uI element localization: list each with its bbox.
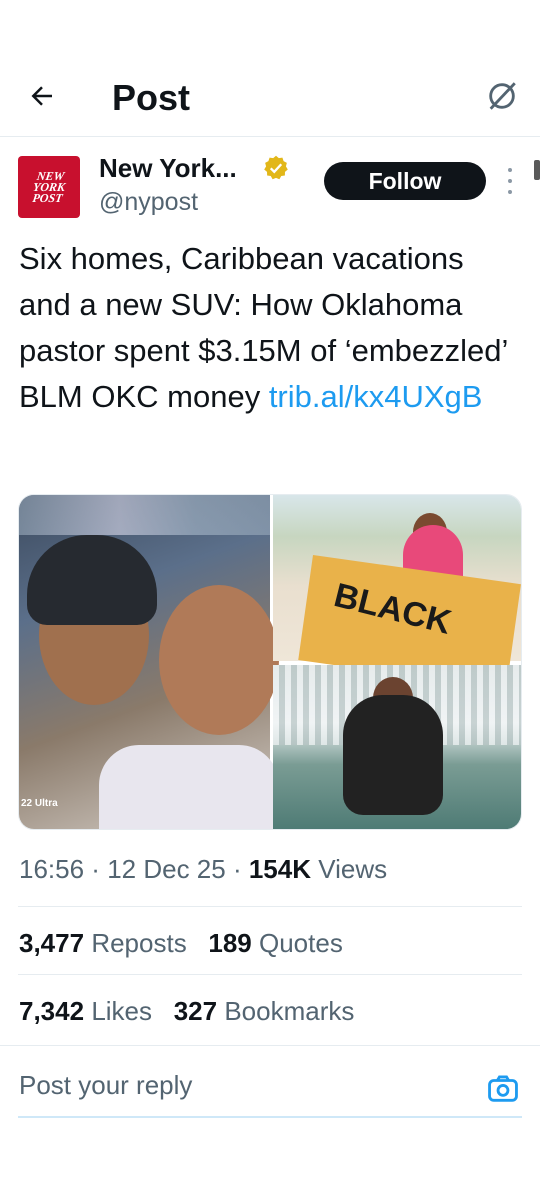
likes-bookmarks-row: 7,342 Likes 327 Bookmarks <box>19 994 354 1028</box>
reposts-stat[interactable]: 3,477 Reposts <box>19 928 187 958</box>
views-count: 154K <box>248 854 311 884</box>
reply-input[interactable] <box>19 1070 419 1101</box>
arrow-left-icon <box>31 86 52 106</box>
avatar-logo: NEW YORK POST <box>31 168 67 205</box>
author-handle[interactable]: @nypost <box>99 187 198 217</box>
views-label: Views <box>318 854 388 884</box>
post-date: 12 Dec 25 <box>107 854 226 884</box>
scrollbar-thumb[interactable] <box>534 160 540 180</box>
grok-button[interactable] <box>484 78 520 114</box>
page-title: Post <box>112 77 191 118</box>
follow-button[interactable]: Follow <box>324 162 486 200</box>
media-grid: 22 Ultra BLACK <box>18 494 522 830</box>
post-text: Six homes, Caribbean vacations and a new… <box>19 236 519 420</box>
author-name[interactable]: New York... <box>99 152 237 184</box>
likes-stat[interactable]: 7,342 Likes <box>19 996 152 1026</box>
media-image-bottom-right[interactable] <box>273 665 521 829</box>
quotes-stat[interactable]: 189 Quotes <box>208 928 342 958</box>
camera-icon[interactable] <box>486 1072 520 1106</box>
media-image-left[interactable]: 22 Ultra <box>19 495 279 829</box>
reply-underline <box>18 1116 522 1118</box>
more-vertical-icon[interactable] <box>500 168 520 194</box>
reply-bar <box>0 1062 540 1118</box>
author-row: NEW YORK POST New York... @nypost Follow <box>0 150 540 225</box>
back-button[interactable] <box>24 78 60 114</box>
post-time: 16:56 <box>19 854 85 884</box>
divider <box>18 906 522 907</box>
header-divider <box>0 136 540 137</box>
reposts-quotes-row: 3,477 Reposts 189 Quotes <box>19 926 343 960</box>
post-link[interactable]: trib.al/kx4UXgB <box>269 379 483 414</box>
divider <box>18 974 522 975</box>
bookmarks-stat[interactable]: 327 Bookmarks <box>174 996 355 1026</box>
grok-icon <box>489 82 516 110</box>
top-bar: Post <box>0 60 540 136</box>
image-watermark: 22 Ultra <box>21 798 58 809</box>
divider <box>0 1045 540 1046</box>
media-image-top-right[interactable]: BLACK <box>273 495 521 690</box>
post-meta: 16:56 · 12 Dec 25 · 154K Views <box>19 854 388 884</box>
avatar[interactable]: NEW YORK POST <box>18 156 80 218</box>
verified-badge-icon <box>264 155 288 180</box>
